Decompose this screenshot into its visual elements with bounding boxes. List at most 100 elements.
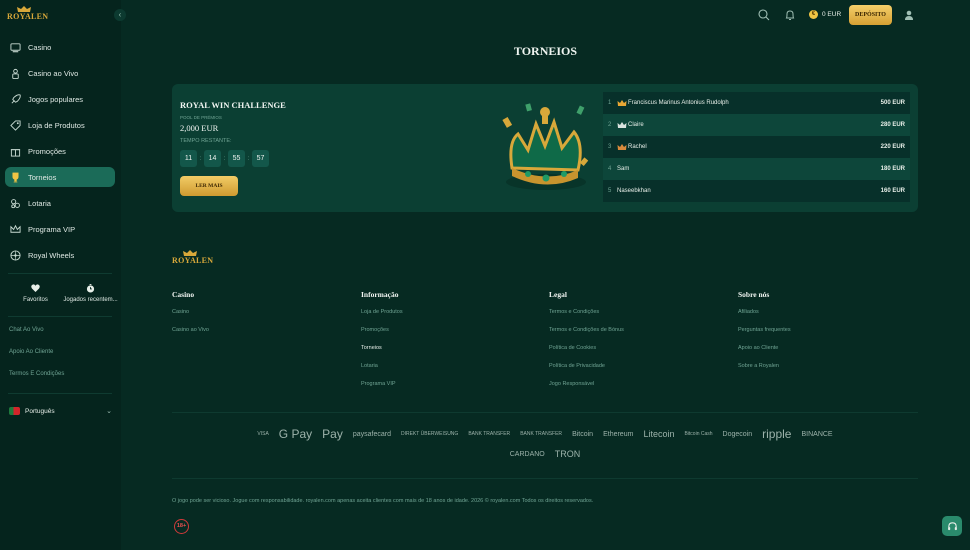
player-name: Rachel xyxy=(628,144,647,150)
footer-link-active[interactable]: Torneios xyxy=(361,345,403,363)
footer-link[interactable]: Jogo Responsável xyxy=(549,381,624,399)
language-selector[interactable]: Português ⌄ xyxy=(9,405,112,417)
shop-tag-icon xyxy=(10,119,21,131)
responsible-gaming-disclaimer: O jogo pode ser vicioso. Jogue com respo… xyxy=(172,498,594,504)
sidebar-item-royal-wheels[interactable]: Royal Wheels xyxy=(5,245,115,265)
footer-link[interactable]: Afiliados xyxy=(738,309,791,327)
litecoin-logo: Litecoin xyxy=(643,429,675,439)
headset-icon xyxy=(947,521,957,530)
sidebar-item-label: Royal Wheels xyxy=(28,250,75,260)
user-icon[interactable] xyxy=(903,9,915,21)
sidebar-item-popular-games[interactable]: Jogos populares xyxy=(5,89,115,109)
read-more-button[interactable]: LER MAIS xyxy=(180,176,238,196)
player-name: Sam xyxy=(617,166,630,172)
sidebar-item-tournaments[interactable]: Torneios xyxy=(5,167,115,187)
bell-icon[interactable] xyxy=(784,9,796,21)
sidebar-item-lottery[interactable]: Lotaria xyxy=(5,193,115,213)
player-name: Claire xyxy=(628,122,644,128)
sidebar-item-label: Torneios xyxy=(28,172,57,182)
footer-link[interactable]: Sobre a Royalen xyxy=(738,363,791,381)
player-prize: 160 EUR xyxy=(880,188,905,194)
footer-link[interactable]: Casino xyxy=(172,309,209,327)
dogecoin-logo: Dogecoin xyxy=(722,430,753,438)
leaderboard-row: 1 Franciscus Marinus Antonius Rudolph 50… xyxy=(603,92,910,114)
tournament-title: ROYAL WIN CHALLENGE xyxy=(180,100,286,110)
footer-logo[interactable]: ROYALEN xyxy=(172,250,213,268)
sidebar-item-casino[interactable]: Casino xyxy=(5,37,115,57)
timer-separator: : xyxy=(199,155,202,162)
prize-pool-label: POOL DE PRÉMIOS xyxy=(180,115,222,120)
footer-column-legal: Legal Termos e Condições Termos e Condiç… xyxy=(549,290,624,399)
ripple-logo: ripple xyxy=(762,427,792,441)
bank-transfer-logo: BANK TRANSFER xyxy=(468,431,511,437)
footer-link[interactable]: Perguntas frequentes xyxy=(738,327,791,345)
prize-pool-value: 2,000 EUR xyxy=(180,123,219,133)
sidebar-quick-links: Favoritos Jogados recentem... xyxy=(8,282,118,303)
footer-link[interactable]: Programa VIP xyxy=(361,381,403,399)
timer-separator: : xyxy=(223,155,226,162)
leaderboard-row: 5 Naseebkhan 160 EUR xyxy=(603,180,910,202)
logo-text: ROYALEN xyxy=(7,12,49,21)
royalen-logo[interactable]: ROYALEN xyxy=(7,6,49,24)
timer-days: 11 xyxy=(180,150,197,167)
footer-link[interactable]: Termos e Condições de Bónus xyxy=(549,327,624,345)
euro-coin-icon: € xyxy=(809,10,818,19)
footer-link[interactable]: Apoio ao Cliente xyxy=(738,345,791,363)
sidebar-item-live-casino[interactable]: Casino ao Vivo xyxy=(5,63,115,83)
live-chat-link[interactable]: Chat Ao Vivo xyxy=(9,327,64,349)
age-restriction-badge: 18+ xyxy=(174,519,189,534)
customer-support-link[interactable]: Apoio Ao Cliente xyxy=(9,349,64,371)
chevron-down-icon: ⌄ xyxy=(106,408,112,415)
footer-link[interactable]: Política de Cookies xyxy=(549,345,624,363)
rank-number: 2 xyxy=(608,122,612,128)
live-casino-icon xyxy=(10,68,21,79)
rank-number: 4 xyxy=(608,166,612,172)
sidebar-item-promotions[interactable]: Promoções xyxy=(5,141,115,161)
casino-icon xyxy=(10,42,21,53)
crown-icon xyxy=(10,224,21,235)
footer-heading: Casino xyxy=(172,290,195,299)
leaderboard-row: 4 Sam 180 EUR xyxy=(603,158,910,180)
footer-column-about: Sobre nós Afiliados Perguntas frequentes… xyxy=(738,290,791,381)
player-name: Franciscus Marinus Antonius Rudolph xyxy=(628,100,729,106)
gift-icon xyxy=(10,146,21,157)
rank-number: 1 xyxy=(608,100,612,106)
time-remaining-label: TEMPO RESTANTE: xyxy=(180,138,232,144)
balance-display[interactable]: € 0 EUR xyxy=(809,10,841,19)
tron-logo: TRON xyxy=(554,449,581,459)
footer-link[interactable]: Promoções xyxy=(361,327,403,345)
terms-link[interactable]: Termos E Condições xyxy=(9,371,64,393)
page-title: TORNEIOS xyxy=(513,44,578,58)
favorites-button[interactable]: Favoritos xyxy=(8,282,63,303)
sidebar-item-label: Loja de Produtos xyxy=(28,120,85,130)
support-chat-button[interactable] xyxy=(942,516,962,536)
leaderboard-row: 2 Claire 280 EUR xyxy=(603,114,910,136)
deposit-button[interactable]: DEPÓSITO xyxy=(849,5,892,25)
footer-link[interactable]: Loja de Produtos xyxy=(361,309,403,327)
payment-methods: VISA G Pay Pay paysafecard DIREKT ÜBERWE… xyxy=(172,424,918,464)
recent-games-button[interactable]: Jogados recentem... xyxy=(63,282,118,303)
sidebar-support-links: Chat Ao Vivo Apoio Ao Cliente Termos E C… xyxy=(9,327,64,393)
footer-link[interactable]: Casino ao Vivo xyxy=(172,327,209,345)
footer-heading: Legal xyxy=(549,290,567,299)
sidebar-item-label: Casino ao Vivo xyxy=(28,68,79,78)
trophy-icon xyxy=(10,172,21,183)
payment-row: VISA G Pay Pay paysafecard DIREKT ÜBERWE… xyxy=(172,424,918,444)
footer-link[interactable]: Política de Privacidade xyxy=(549,363,624,381)
lottery-icon xyxy=(10,198,21,209)
sidebar: ROYALEN Casino Casino ao Vivo Jogos popu… xyxy=(0,0,121,550)
sidebar-item-vip[interactable]: Programa VIP xyxy=(5,219,115,239)
ethereum-logo: Ethereum xyxy=(603,430,634,438)
sidebar-item-label: Programa VIP xyxy=(28,224,76,234)
footer-column-info: Informação Loja de Produtos Promoções To… xyxy=(361,290,403,399)
sidebar-item-shop[interactable]: Loja de Produtos xyxy=(5,115,115,135)
balance-amount: 0 EUR xyxy=(822,11,842,18)
footer-link[interactable]: Termos e Condições xyxy=(549,309,624,327)
sidebar-item-label: Promoções xyxy=(28,146,66,156)
search-icon[interactable] xyxy=(758,9,770,21)
footer-link[interactable]: Lotaria xyxy=(361,363,403,381)
footer-divider xyxy=(172,478,918,479)
player-prize: 280 EUR xyxy=(880,122,905,128)
rocket-icon xyxy=(10,93,21,105)
heart-icon xyxy=(31,284,40,292)
